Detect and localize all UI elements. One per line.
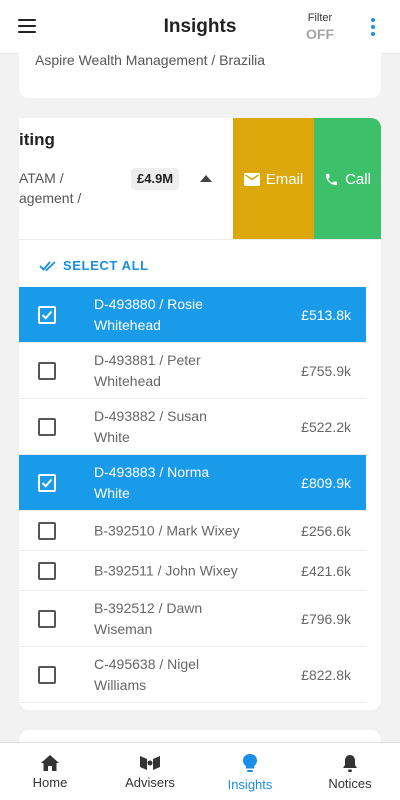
tab-notices[interactable]: Notices [300,743,400,800]
account-name: D-493882 / Susan White [94,407,207,445]
account-row[interactable]: D-493880 / Rosie Whitehead £513.8k [19,287,366,343]
call-action-label: Call [345,170,371,188]
call-action-button[interactable]: Call [314,118,381,239]
filter-label: Filter [307,12,333,24]
double-check-icon [39,260,56,271]
group-total-badge: £4.9M [131,168,180,190]
account-value: £755.9k [301,362,351,379]
filter-toggle[interactable]: Filter OFF [302,12,338,42]
checkbox[interactable] [38,361,56,380]
account-row[interactable]: D-493883 / Norma White £809.9k [19,455,366,511]
tab-home-label: Home [32,775,68,790]
group-card: iting ATAM / agement / £4.9M Email Call … [19,118,381,710]
checkbox[interactable] [38,521,56,540]
checkbox[interactable] [38,417,56,436]
checkbox[interactable] [38,561,56,580]
group-subtitle: ATAM / agement / [19,170,82,206]
group-header[interactable]: iting ATAM / agement / £4.9M Email Call [19,118,381,240]
account-name: B-392510 / Mark Wixey [94,522,240,538]
check-icon [41,478,53,488]
account-row[interactable]: B-392512 / Dawn Wiseman £796.9k [19,591,366,647]
advisers-icon [140,756,160,770]
home-icon [41,755,59,771]
account-name: D-493881 / Peter Whitehead [94,351,201,389]
account-list: D-493880 / Rosie Whitehead £513.8k D-49388… [19,287,366,703]
account-value: £421.6k [301,562,351,579]
group-title: iting [19,130,55,149]
account-row[interactable]: D-493882 / Susan White £522.2k [19,399,366,455]
account-value: £796.9k [301,610,351,627]
tab-advisers-label: Advisers [125,775,175,790]
more-options-icon[interactable] [370,18,376,36]
account-name: D-493880 / Rosie Whitehead [94,295,203,333]
tab-insights[interactable]: Insights [200,743,300,800]
account-value: £256.6k [301,522,351,539]
account-name: C-495638 / Nigel Williams [94,655,200,693]
tab-advisers[interactable]: Advisers [100,743,200,800]
account-name: D-493883 / Norma White [94,463,210,501]
account-name: B-392511 / John Wixey [94,562,238,578]
tab-insights-label: Insights [227,777,273,792]
bell-icon [343,755,357,772]
previous-group-text: Aspire Wealth Management / Brazilia [35,52,266,68]
account-row[interactable]: B-392510 / Mark Wixey £256.6k [19,511,366,551]
email-action-label: Email [265,170,304,188]
phone-icon [325,173,338,185]
email-action-button[interactable]: Email [233,118,314,239]
tab-home[interactable]: Home [0,743,100,800]
account-name: B-392512 / Dawn Wiseman [94,599,203,637]
tab-notices-label: Notices [328,776,372,791]
checkbox[interactable] [38,609,56,628]
account-row[interactable]: B-392511 / John Wixey £421.6k [19,551,366,591]
checkbox[interactable] [38,665,56,684]
account-row[interactable]: C-495638 / Nigel Williams £822.8k [19,647,366,703]
account-value: £513.8k [301,306,351,323]
checkbox-checked[interactable] [38,305,56,324]
select-all-button[interactable]: SELECT ALL [39,258,149,273]
account-value: £522.2k [301,418,351,435]
select-all-label: SELECT ALL [63,258,149,273]
account-value: £822.8k [301,666,351,683]
previous-group-card[interactable]: Aspire Wealth Management / Brazilia [19,40,381,98]
chevron-up-icon[interactable] [200,175,212,182]
checkbox-checked[interactable] [38,473,56,492]
lightbulb-icon [243,754,257,772]
bottom-tab-bar: Home Advisers Insights Notices [0,742,400,800]
page-title: Insights [163,16,237,37]
account-value: £809.9k [301,474,351,491]
check-icon [41,310,53,320]
mail-icon [243,172,260,186]
account-row[interactable]: D-493881 / Peter Whitehead £755.9k [19,343,366,399]
